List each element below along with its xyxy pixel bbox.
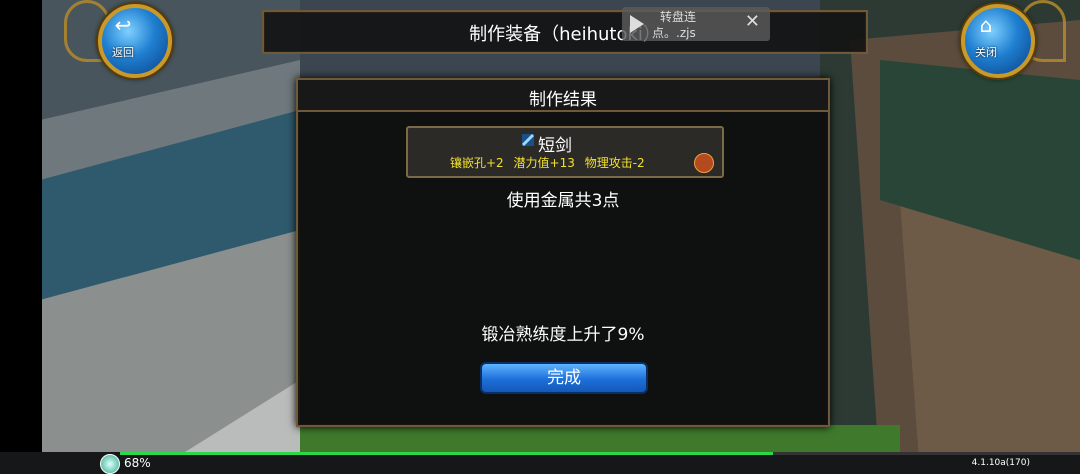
overlay-line-2: 点。.zjs [652,26,696,40]
overlay-line-1: 转盘连 [660,10,697,24]
close-icon[interactable]: ✕ [745,11,760,32]
play-icon[interactable] [630,15,644,33]
home-icon: ⌂ [979,13,993,37]
stat-potential: 潜力值+13 [513,156,575,170]
item-card[interactable]: 短剑 镶嵌孔+2 潜力值+13 物理攻击-2 [406,126,724,178]
done-button[interactable]: 完成 [480,362,648,394]
sword-icon [521,133,535,147]
bottom-bar: 68% 4.1.10a(170) [0,452,1080,474]
back-button[interactable]: ↩ 返回 [70,2,176,78]
item-stats: 镶嵌孔+2 潜力值+13 物理攻击-2 [450,154,651,171]
metal-used-text: 使用金属共3点 [506,191,620,211]
version-text: 4.1.10a(170) [971,458,1030,468]
dialog-title: 制作结果 [529,90,597,110]
close-button[interactable]: ⌂ 关闭 [933,2,1039,78]
page-title: 制作装备（heihutoki） [469,24,661,45]
item-name: 短剑 [538,136,572,156]
dialog-header: 制作结果 [298,80,828,112]
skill-up-text: 锻冶熟练度上升了9% [481,325,645,345]
title-bar: 制作装备（heihutoki） [262,10,868,54]
stat-attack: 物理攻击-2 [584,156,645,170]
progress-bar [120,452,1080,455]
orb-icon [100,454,120,474]
result-dialog: 制作结果 短剑 镶嵌孔+2 潜力值+13 物理攻击-2 使用金属共3点 锻冶熟练… [296,78,830,427]
chest-icon [694,153,714,173]
progress-percent: 68% [124,456,151,470]
overlay-popup: 转盘连 点。.zjs ✕ [622,7,770,41]
progress-fill [120,452,773,455]
stat-socket: 镶嵌孔+2 [450,156,504,170]
back-arrow-icon: ↩ [114,13,132,37]
